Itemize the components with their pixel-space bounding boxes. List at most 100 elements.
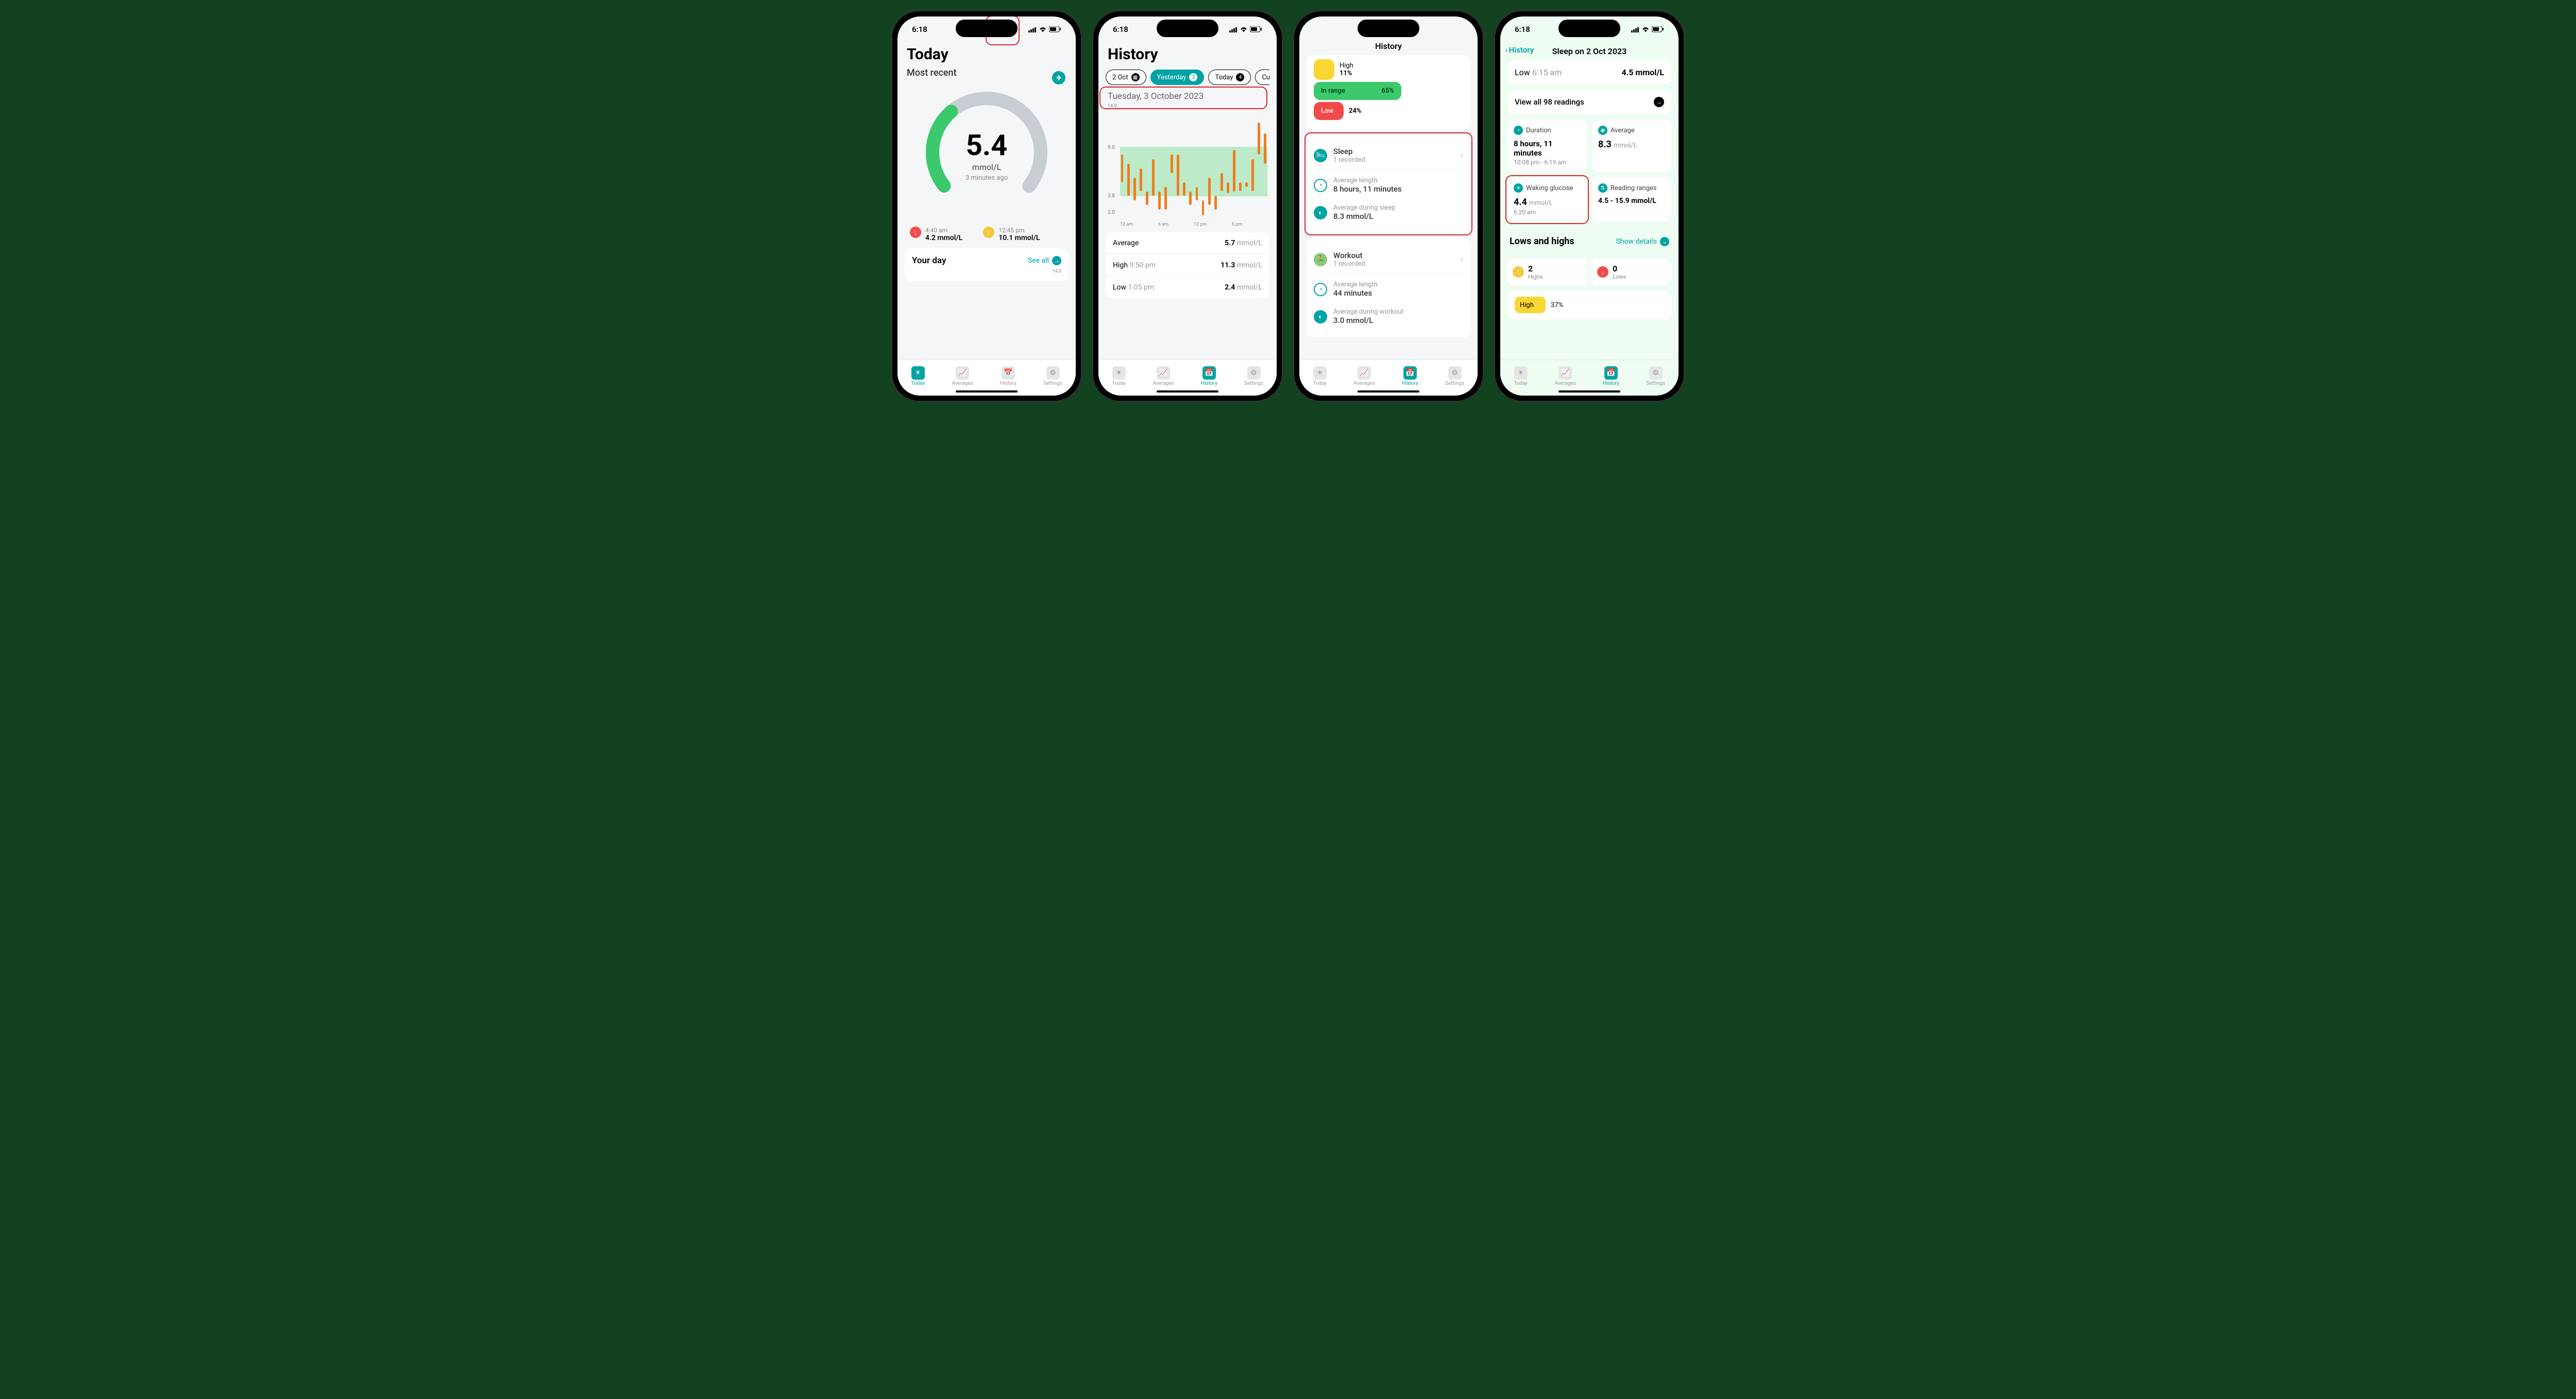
- wifi-icon: [1039, 26, 1047, 32]
- pie-icon: ◐: [1314, 206, 1327, 219]
- home-indicator[interactable]: [956, 390, 1018, 393]
- sun-icon: ☀: [1112, 366, 1126, 380]
- sun-icon: ☀: [1514, 183, 1523, 193]
- pie-icon: ◐: [1314, 310, 1327, 323]
- add-button[interactable]: +: [1052, 71, 1065, 84]
- clock-icon: ◔: [1514, 126, 1523, 135]
- calendar-icon: ▦: [1131, 73, 1140, 81]
- home-indicator[interactable]: [1157, 390, 1218, 393]
- clock: 6:18: [1113, 25, 1128, 34]
- workout-row[interactable]: 🏃 Workout1 recorded ›: [1314, 246, 1463, 273]
- clock-icon: ◔: [1314, 283, 1327, 296]
- tab-history[interactable]: 📅History: [1398, 364, 1422, 388]
- tab-today[interactable]: ☀Today: [907, 364, 929, 388]
- chip-2oct[interactable]: 2 Oct▦: [1106, 70, 1146, 85]
- gear-icon: ⚙: [1247, 366, 1261, 380]
- arrow-down-icon: ↓: [910, 227, 921, 238]
- back-button[interactable]: ‹History: [1505, 45, 1534, 55]
- chevron-down-icon: ⌄: [1660, 237, 1669, 246]
- tab-settings[interactable]: ⚙Settings: [1441, 364, 1468, 388]
- bed-icon: 🛏: [1314, 149, 1327, 162]
- cellular-icon: [1631, 27, 1639, 32]
- status-icons: [1028, 26, 1061, 32]
- tab-averages[interactable]: 📈Averages: [1350, 364, 1379, 388]
- badge-count: 4: [1236, 73, 1244, 81]
- glucose-chart[interactable]: 9.0 3.8 2.0 12 am6 am12 pm6 pm: [1108, 109, 1267, 227]
- waking-glucose-tile: ☀Waking glucose 4.4 mmol/L 6:20 am: [1507, 177, 1587, 222]
- clock: 6:18: [1515, 25, 1530, 34]
- badge-count: 3: [1189, 73, 1197, 81]
- home-indicator[interactable]: [1558, 390, 1620, 393]
- reading-ranges-tile: ⇅Reading ranges 4.5 - 15.9 mmol/L: [1592, 177, 1671, 222]
- gauge-icon: ◉: [1598, 126, 1607, 135]
- tab-settings[interactable]: ⚙Settings: [1039, 364, 1066, 388]
- sun-icon: ☀: [911, 366, 925, 380]
- arrow-up-icon: ↑: [1513, 266, 1524, 278]
- arrow-right-icon: →: [1654, 97, 1664, 107]
- tab-averages[interactable]: 📈Averages: [1551, 364, 1580, 388]
- lows-count: ↓0Lows: [1592, 259, 1671, 285]
- high-value: 10.1 mmol/L: [998, 234, 1040, 242]
- your-day-title: Your day: [912, 255, 946, 266]
- time-in-range-card: High11% In range65% Low24%: [1307, 55, 1470, 129]
- sleep-card: 🛏 Sleep1 recorded › ◔ Average length8 ho…: [1307, 134, 1470, 233]
- workout-card: 🏃 Workout1 recorded › ◔ Average length44…: [1307, 238, 1470, 337]
- tab-averages[interactable]: 📈Averages: [1149, 364, 1178, 388]
- tab-averages[interactable]: 📈Averages: [948, 364, 977, 388]
- clock: 6:18: [912, 25, 927, 34]
- view-all-button[interactable]: View all 98 readings →: [1507, 90, 1671, 114]
- duration-tile: ◔Duration 8 hours, 11 minutes 10:08 pm -…: [1507, 120, 1587, 172]
- calendar-icon: 📅: [1202, 366, 1216, 380]
- status-icons: [1229, 26, 1262, 32]
- sun-icon: ☀: [1313, 366, 1327, 380]
- tab-today[interactable]: ☀Today: [1510, 364, 1532, 388]
- low-pct: 24%: [1349, 107, 1362, 115]
- in-range-chip: In range65%: [1314, 82, 1401, 100]
- highs-count: ↑2Highs: [1507, 259, 1587, 285]
- page-title: History: [1108, 45, 1269, 63]
- sun-icon: ☀: [1514, 366, 1528, 380]
- low-value: 4.2 mmol/L: [925, 234, 962, 242]
- chip-yesterday[interactable]: Yesterday3: [1150, 70, 1205, 85]
- avg-length-row: ◔ Average length8 hours, 11 minutes: [1314, 172, 1463, 199]
- stat-high: High 9:50 pm11.3 mmol/L: [1106, 254, 1269, 276]
- battery-icon: [1250, 26, 1262, 32]
- chart-icon: 📈: [1358, 366, 1371, 380]
- sleep-row[interactable]: 🛏 Sleep1 recorded ›: [1314, 142, 1463, 169]
- see-all-link[interactable]: See all→: [1028, 256, 1061, 265]
- chip-today[interactable]: Today4: [1208, 70, 1251, 85]
- chip-custom[interactable]: Custo: [1255, 70, 1269, 85]
- high-bar: High 37%: [1507, 291, 1671, 319]
- high-swatch: [1314, 59, 1334, 80]
- home-indicator[interactable]: [1358, 390, 1419, 393]
- gear-icon: ⚙: [1046, 366, 1060, 380]
- tab-today[interactable]: ☀Today: [1309, 364, 1331, 388]
- tab-history[interactable]: 📅History: [1599, 364, 1623, 388]
- high-reading: ↑ 12:45 pm10.1 mmol/L: [983, 227, 1040, 242]
- calendar-icon: 📅: [1604, 366, 1618, 380]
- tab-history[interactable]: 📅History: [996, 364, 1021, 388]
- high-pct: 11%: [1340, 70, 1353, 77]
- y-max-label: 14.0: [912, 269, 1061, 274]
- your-day-card[interactable]: Your day See all→ 14.0: [905, 248, 1069, 281]
- section-title: Most recent: [907, 67, 1069, 78]
- tab-history[interactable]: 📅History: [1197, 364, 1222, 388]
- chevron-right-icon: ›: [1461, 150, 1463, 161]
- tab-settings[interactable]: ⚙Settings: [1642, 364, 1669, 388]
- show-details-link[interactable]: Show details⌄: [1616, 237, 1669, 246]
- cellular-icon: [1229, 27, 1238, 32]
- avg-during-row: ◐ Average during sleep8.3 mmol/L: [1314, 199, 1463, 226]
- chart-icon: 📈: [956, 366, 969, 380]
- low-chip: Low: [1314, 102, 1344, 120]
- workout-length-row: ◔ Average length44 minutes: [1314, 276, 1463, 303]
- stat-average: Average5.7 mmol/L: [1106, 232, 1269, 254]
- high-time: 12:45 pm: [998, 227, 1040, 234]
- tab-settings[interactable]: ⚙Settings: [1240, 364, 1267, 388]
- chart-icon: 📈: [1558, 366, 1572, 380]
- gear-icon: ⚙: [1448, 366, 1462, 380]
- clock-icon: ◔: [1314, 179, 1327, 192]
- date-filter-chips: 2 Oct▦ Yesterday3 Today4 Custo: [1106, 70, 1269, 85]
- arrow-down-icon: ↓: [1597, 266, 1608, 278]
- tab-today[interactable]: ☀Today: [1108, 364, 1130, 388]
- status-icons: [1631, 26, 1664, 32]
